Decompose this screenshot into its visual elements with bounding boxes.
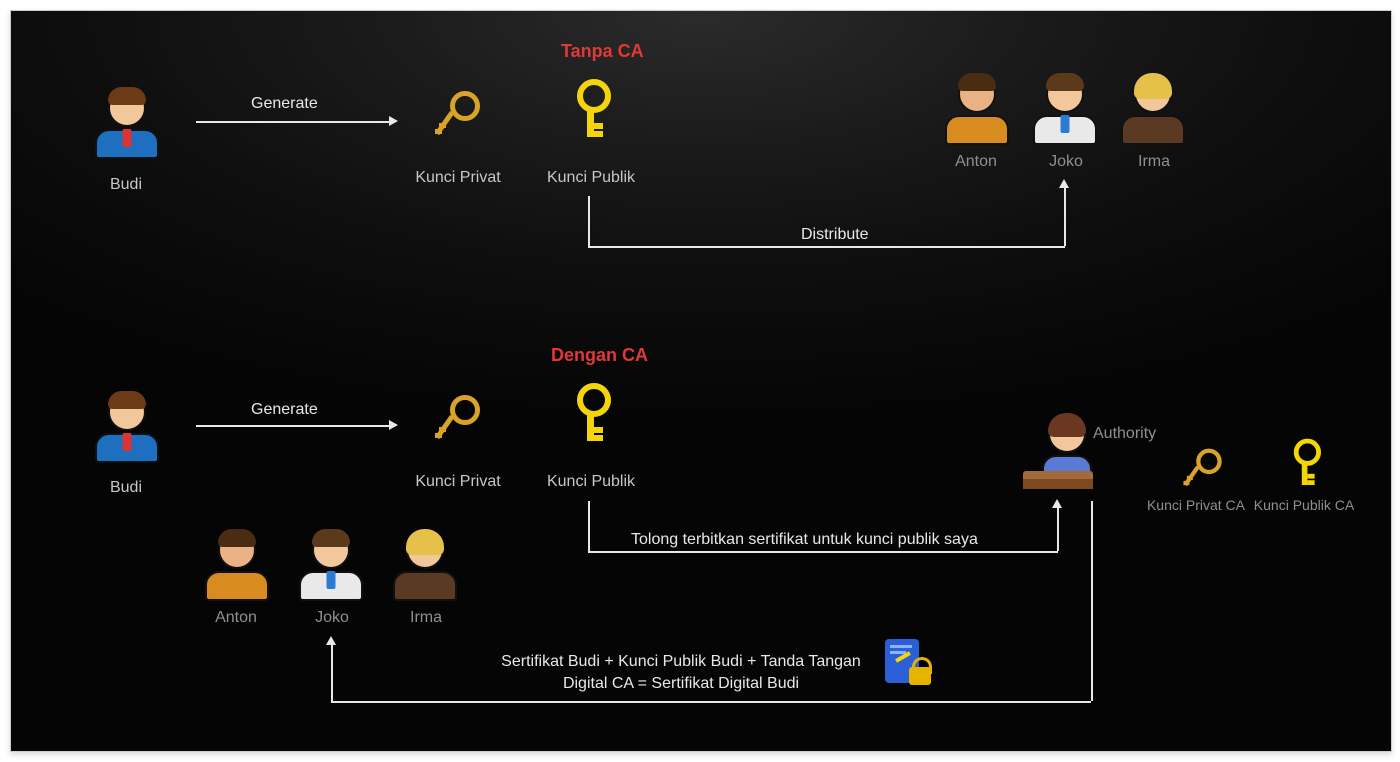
private-key-icon-bottom: [436, 397, 480, 441]
ca-public-key-icon: [1287, 443, 1322, 478]
label-private-key-bottom: Kunci Privat: [403, 473, 513, 491]
arrowhead-generate-bottom: [389, 420, 398, 430]
public-key-icon-bottom: [569, 389, 613, 433]
ret-arrowhead: [326, 636, 336, 645]
dist-line-down: [588, 196, 590, 246]
actor-irma-top: [1117, 75, 1189, 145]
label-irma-top: Irma: [1109, 153, 1199, 171]
label-public-key-bottom: Kunci Publik: [531, 473, 651, 491]
req-line-up: [1057, 506, 1059, 551]
section-title-dengan-ca: Dengan CA: [551, 345, 648, 366]
label-private-key-top: Kunci Privat: [403, 169, 513, 187]
arrowhead-generate-top: [389, 116, 398, 126]
private-key-icon-top: [436, 93, 480, 137]
label-distribute: Distribute: [801, 226, 869, 244]
label-anton-bottom: Anton: [191, 609, 281, 627]
actor-joko-top: [1029, 75, 1101, 145]
ret-line-up: [331, 643, 333, 701]
arrow-generate-bottom: [196, 425, 391, 427]
label-budi-bottom: Budi: [86, 479, 166, 497]
label-budi-top: Budi: [86, 176, 166, 194]
actor-budi-top: [91, 89, 163, 159]
dist-line-up: [1064, 186, 1066, 246]
label-ca-private-key: Kunci Privat CA: [1141, 497, 1251, 515]
ret-line-across: [331, 701, 1091, 703]
label-joko-bottom: Joko: [287, 609, 377, 627]
ret-line-down: [1091, 501, 1093, 701]
certificate-icon: [881, 637, 937, 693]
public-key-icon-top: [569, 85, 613, 129]
actor-irma-bottom: [389, 531, 461, 601]
arrow-generate-top: [196, 121, 391, 123]
authority-desk-icon: [1023, 471, 1093, 489]
label-generate-top: Generate: [251, 95, 318, 113]
section-title-tanpa-ca: Tanpa CA: [561, 41, 644, 62]
label-request-cert: Tolong terbitkan sertifikat untuk kunci …: [631, 531, 978, 549]
label-authority: Authority: [1093, 425, 1183, 443]
actor-anton-bottom: [201, 531, 273, 601]
diagram-frame: Tanpa CA Budi Generate Kunci Privat Kunc…: [10, 10, 1392, 752]
label-generate-bottom: Generate: [251, 401, 318, 419]
label-ca-public-key: Kunci Publik CA: [1249, 497, 1359, 515]
actor-anton-top: [941, 75, 1013, 145]
label-return-cert: Sertifikat Budi + Kunci Publik Budi + Ta…: [491, 651, 871, 696]
label-anton-top: Anton: [931, 153, 1021, 171]
actor-budi-bottom: [91, 393, 163, 463]
label-joko-top: Joko: [1021, 153, 1111, 171]
ca-private-key-icon: [1184, 450, 1221, 487]
req-line-across: [588, 551, 1058, 553]
actor-joko-bottom: [295, 531, 367, 601]
req-line-down: [588, 501, 590, 551]
dist-line-across: [588, 246, 1065, 248]
label-public-key-top: Kunci Publik: [531, 169, 651, 187]
label-irma-bottom: Irma: [381, 609, 471, 627]
req-arrowhead: [1052, 499, 1062, 508]
dist-arrowhead: [1059, 179, 1069, 188]
